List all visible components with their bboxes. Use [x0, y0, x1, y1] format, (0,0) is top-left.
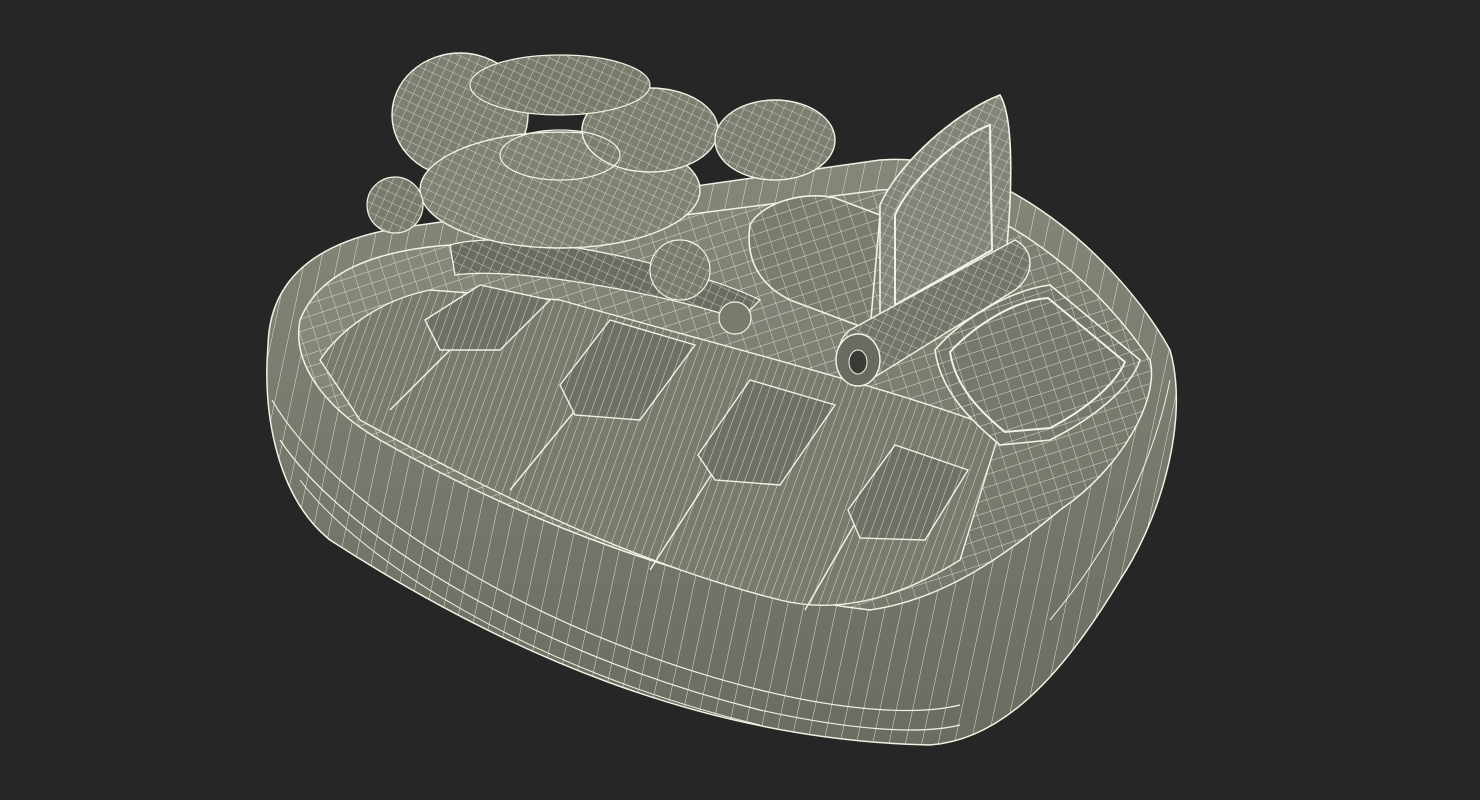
- wireframe-render-canvas: [266, 52, 1177, 746]
